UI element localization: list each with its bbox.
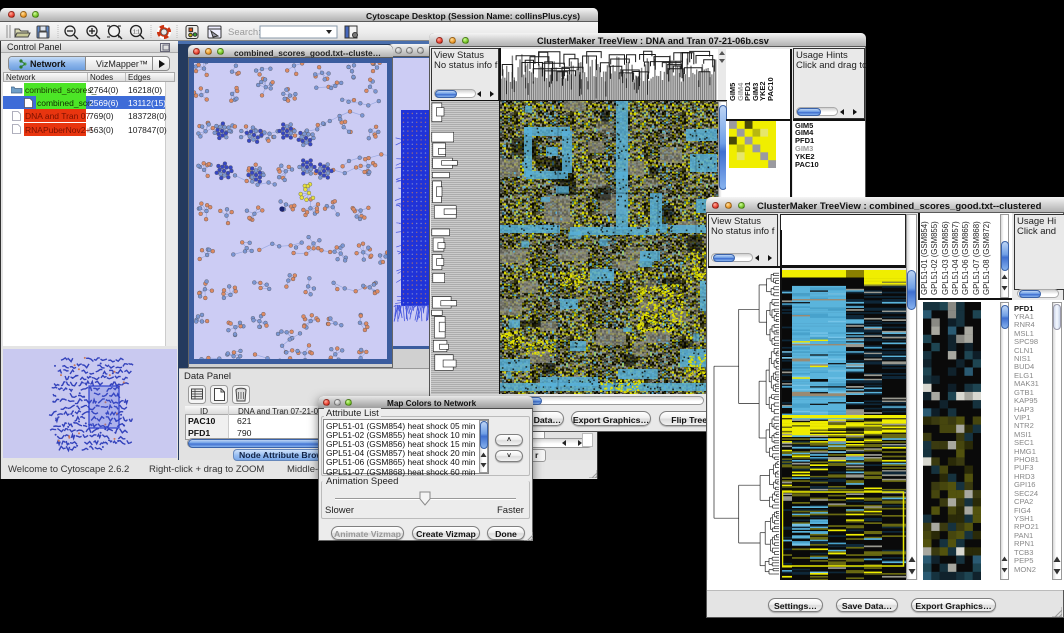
svg-text:1:1: 1:1 — [133, 30, 140, 36]
svg-text:Search:: Search: — [228, 27, 261, 38]
